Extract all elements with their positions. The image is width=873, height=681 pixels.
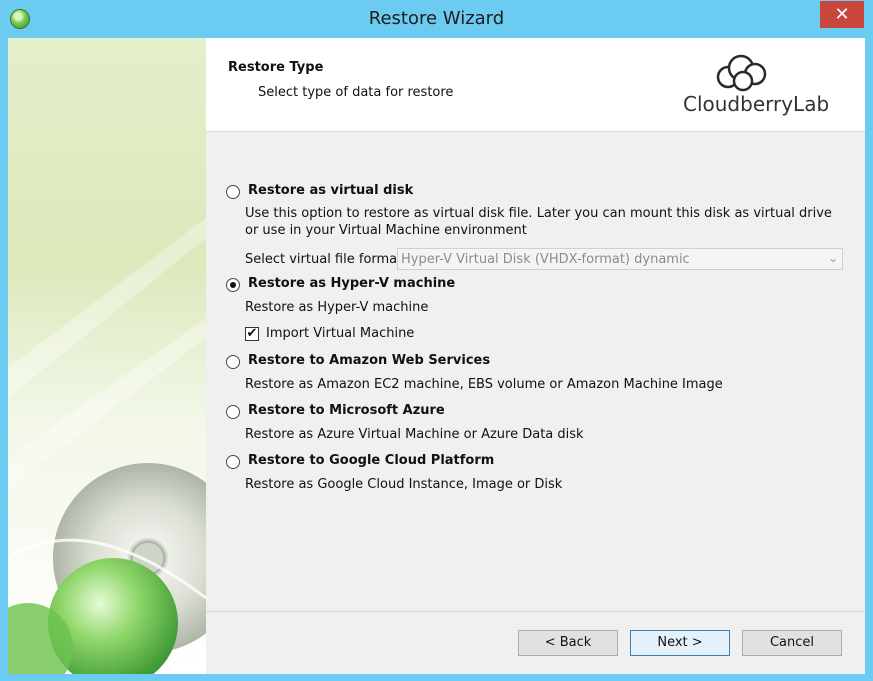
radio-virtual-disk[interactable] — [226, 185, 240, 199]
virtual-format-value: Hyper-V Virtual Disk (VHDX-format) dynam… — [401, 252, 690, 267]
logo-text: CloudberryLab — [683, 92, 830, 116]
option-aws-description: Restore as Amazon EC2 machine, EBS volum… — [245, 377, 723, 392]
footer-divider — [206, 611, 865, 612]
window-title: Restore Wizard — [368, 8, 505, 29]
wizard-client-area: Restore Type Select type of data for res… — [8, 38, 865, 674]
virtual-format-label: Select virtual file format: — [245, 252, 407, 267]
radio-gcp[interactable] — [226, 455, 240, 469]
page-subtitle: Select type of data for restore — [258, 85, 454, 100]
option-azure-label[interactable]: Restore to Microsoft Azure — [248, 403, 445, 418]
option-azure-description: Restore as Azure Virtual Machine or Azur… — [245, 427, 584, 442]
virtual-format-select[interactable]: Hyper-V Virtual Disk (VHDX-format) dynam… — [397, 248, 843, 270]
option-virtual-disk-label[interactable]: Restore as virtual disk — [248, 183, 413, 198]
wizard-header: Restore Type Select type of data for res… — [206, 38, 865, 132]
import-vm-checkbox[interactable]: ✔ — [245, 327, 259, 341]
option-aws-label[interactable]: Restore to Amazon Web Services — [248, 353, 490, 368]
wizard-side-graphic — [8, 38, 206, 674]
option-virtual-disk-description: Use this option to restore as virtual di… — [245, 206, 832, 238]
import-vm-label[interactable]: Import Virtual Machine — [266, 326, 414, 341]
cancel-button[interactable]: Cancel — [742, 630, 842, 656]
option-gcp-label[interactable]: Restore to Google Cloud Platform — [248, 453, 494, 468]
radio-aws[interactable] — [226, 355, 240, 369]
restore-type-options: Restore as virtual disk Use this option … — [206, 132, 865, 612]
cloud-icon — [716, 54, 767, 92]
back-button[interactable]: < Back — [518, 630, 618, 656]
next-button[interactable]: Next > — [630, 630, 730, 656]
chevron-down-icon: ⌄ — [827, 251, 838, 265]
option-hyperv-description: Restore as Hyper-V machine — [245, 300, 429, 315]
close-button[interactable]: ✕ — [820, 1, 864, 28]
option-gcp-description: Restore as Google Cloud Instance, Image … — [245, 477, 563, 492]
title-bar[interactable]: Restore Wizard ✕ — [0, 0, 873, 38]
page-title: Restore Type — [228, 60, 324, 75]
radio-hyperv[interactable] — [226, 278, 240, 292]
cloudberry-logo: CloudberryLab — [683, 52, 829, 122]
disc-artwork — [8, 218, 206, 674]
option-hyperv-label[interactable]: Restore as Hyper-V machine — [248, 276, 455, 291]
radio-azure[interactable] — [226, 405, 240, 419]
restore-wizard-window: Restore Wizard ✕ Restore Type Select typ… — [0, 0, 873, 681]
